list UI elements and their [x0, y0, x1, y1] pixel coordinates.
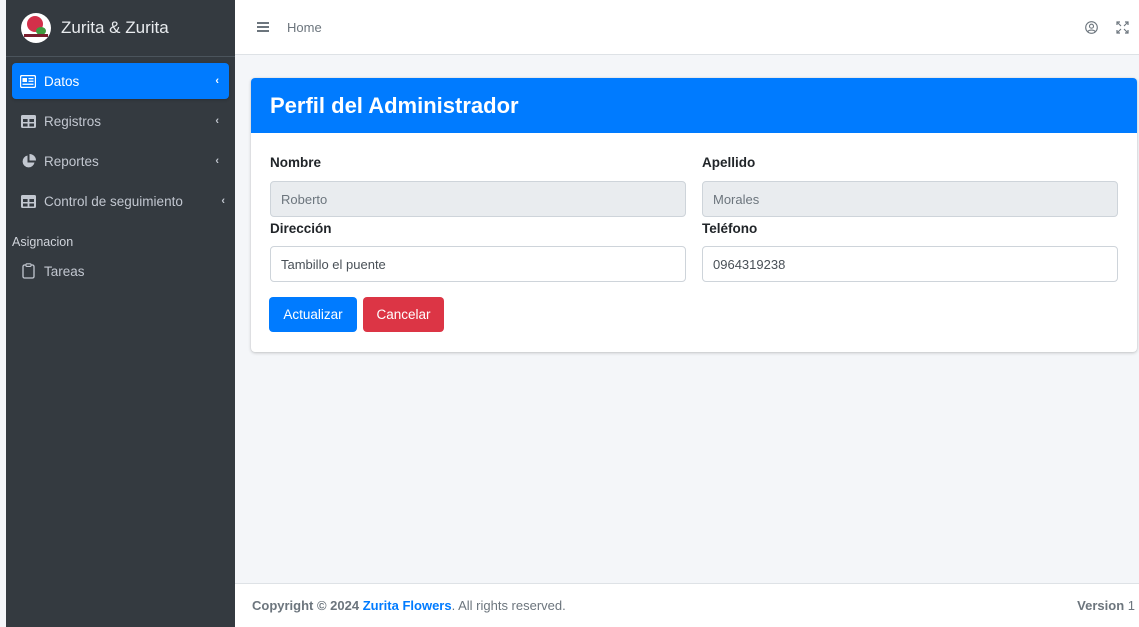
sidebar-item-label: Registros — [44, 113, 102, 129]
footer: Copyright © 2024 Zurita Flowers. All rig… — [235, 583, 1139, 627]
direccion-field[interactable]: Tambillo el puente — [270, 246, 686, 282]
profile-card: Perfil del Administrador Nombre Roberto … — [251, 78, 1137, 352]
card-header: Perfil del Administrador — [251, 78, 1137, 133]
update-button[interactable]: Actualizar — [269, 297, 357, 332]
telefono-label: Teléfono — [702, 221, 758, 236]
fullscreen-icon[interactable] — [1116, 21, 1129, 39]
brand-name: Zurita & Zurita — [61, 18, 169, 37]
top-icons — [1085, 21, 1129, 39]
user-circle-icon[interactable] — [1085, 21, 1098, 39]
table-icon — [20, 194, 36, 208]
version-label: Version — [1077, 598, 1125, 613]
menu-toggle-icon[interactable] — [257, 22, 269, 32]
direccion-label: Dirección — [270, 221, 332, 236]
clipboard-icon — [20, 263, 36, 279]
copyright-text: Copyright © 2024 — [252, 598, 360, 613]
chevron-left-icon: ‹ — [215, 115, 219, 127]
version-info: Version 1 — [1077, 598, 1135, 613]
version-value: 1 — [1127, 598, 1135, 613]
pie-chart-icon — [20, 153, 36, 168]
sidebar-item-label: Reportes — [44, 153, 99, 169]
sidebar-item-label: Control de seguimiento — [44, 193, 183, 209]
brand-link[interactable]: Zurita & Zurita — [6, 0, 235, 57]
table-icon — [20, 114, 36, 128]
cancel-button[interactable]: Cancelar — [363, 297, 444, 332]
chevron-left-icon: ‹ — [215, 75, 219, 87]
sidebar-item-reportes[interactable]: Reportes ‹ — [12, 143, 229, 179]
sidebar-item-label: Tareas — [44, 263, 85, 279]
page-title: Perfil del Administrador — [270, 92, 519, 118]
home-link[interactable]: Home — [287, 20, 322, 35]
apellido-label: Apellido — [702, 155, 756, 170]
sidebar-item-datos[interactable]: Datos ‹ — [12, 63, 229, 99]
sidebar-item-control-seguimiento[interactable]: Control de seguimiento ‹ — [12, 183, 229, 219]
chevron-left-icon: ‹ — [215, 155, 219, 167]
telefono-field[interactable]: 0964319238 — [702, 246, 1118, 282]
nombre-label: Nombre — [270, 155, 322, 170]
top-navbar: Home — [235, 0, 1139, 55]
apellido-field[interactable]: Morales — [702, 181, 1118, 217]
id-card-icon — [20, 74, 36, 88]
sidebar: Zurita & Zurita Datos ‹ Registros ‹ Repo… — [6, 0, 235, 627]
nombre-field[interactable]: Roberto — [270, 181, 686, 217]
sidebar-item-registros[interactable]: Registros ‹ — [12, 103, 229, 139]
brand-logo — [21, 13, 51, 43]
sidebar-item-tareas[interactable]: Tareas — [12, 253, 229, 289]
rights-text: . All rights reserved. — [451, 598, 566, 613]
company-link[interactable]: Zurita Flowers — [363, 598, 452, 613]
chevron-left-icon: ‹ — [221, 195, 225, 207]
sidebar-item-label: Datos — [44, 73, 80, 89]
sidebar-nav: Datos ‹ Registros ‹ Reportes ‹ Control d… — [6, 57, 235, 289]
